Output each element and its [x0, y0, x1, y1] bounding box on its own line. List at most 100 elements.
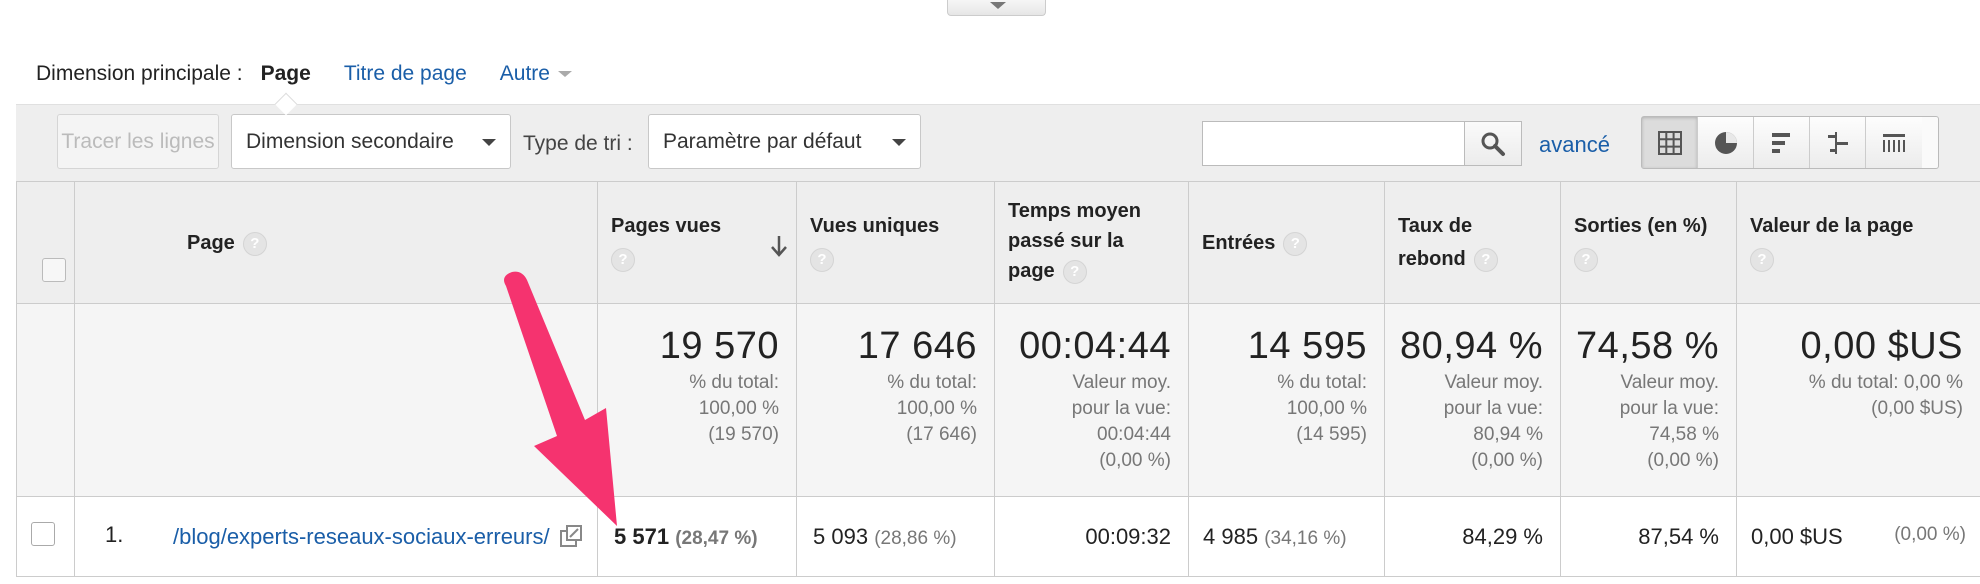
help-icon[interactable]: ? [242, 231, 267, 256]
header-page[interactable]: Page? [74, 181, 598, 304]
total-pageviews: 19 570 % du total: 100,00 % (19 570) [597, 303, 797, 497]
chevron-down-icon [990, 2, 1006, 9]
total-value: 17 646 [857, 325, 977, 367]
row-page-value: 0,00 $US (0,00 %) [1736, 496, 1980, 577]
row-checkbox[interactable] [31, 521, 55, 546]
total-value: 00:04:44 [1019, 325, 1171, 367]
view-table-button[interactable] [1642, 117, 1698, 168]
row-page-value-pct: (0,00 %) [1894, 523, 1966, 545]
chevron-down-icon [482, 139, 496, 146]
bar-chart-horizontal-icon [1771, 132, 1790, 153]
dimension-other-link[interactable]: Autre [500, 62, 572, 86]
sort-down-arrow-icon [771, 236, 787, 257]
total-value: 19 570 [659, 325, 779, 367]
advanced-filter-link[interactable]: avancé [1539, 132, 1610, 158]
row-entries-pct: (34,16 %) [1264, 527, 1347, 549]
total-entries: 14 595 % du total: 100,00 % (14 595) [1188, 303, 1385, 497]
header-bounce-label-1: Taux de [1398, 215, 1473, 237]
sort-type-label: Type de tri : [523, 132, 633, 155]
dimension-page-title-link[interactable]: Titre de page [344, 62, 467, 86]
total-value: 0,00 $US [1800, 325, 1963, 367]
row-number: 1. [105, 522, 124, 547]
header-exit-rate[interactable]: Sorties (en %)? [1560, 181, 1737, 304]
view-performance-button[interactable] [1754, 117, 1810, 168]
row-unique-views: 5 093 (28,86 %) [796, 496, 995, 577]
table-search-input[interactable] [1202, 121, 1465, 166]
row-entries-value: 4 985 [1203, 523, 1259, 549]
row-exit-rate: 87,54 % [1560, 496, 1737, 577]
primary-dimension-bar: Dimension principale : Page Titre de pag… [16, 44, 1980, 104]
collapse-chart-tab[interactable] [947, 0, 1046, 16]
table-row: 1. /blog/experts-reseaux-sociaux-erreurs… [16, 496, 1980, 577]
open-in-new-icon[interactable] [559, 524, 583, 548]
plot-rows-button[interactable]: Tracer les lignes [57, 114, 219, 169]
total-note: Valeur moy. pour la vue: 74,58 % (0,00 %) [1619, 372, 1719, 471]
table-grid-icon [1657, 130, 1682, 155]
header-unique-views-label: Vues uniques [810, 215, 940, 237]
total-unique-views: 17 646 % du total: 100,00 % (17 646) [796, 303, 995, 497]
totals-empty-cell [16, 303, 75, 497]
row-page-value-value: 0,00 $US [1751, 523, 1843, 549]
header-bounce-rate[interactable]: Taux de rebond? [1384, 181, 1561, 304]
view-pivot-button[interactable] [1866, 117, 1922, 168]
total-bounce-rate: 80,94 % Valeur moy. pour la vue: 80,94 % (0… [1384, 303, 1561, 497]
table-header-row: Page? Pages vues ? Vues uniques? Temps m… [16, 181, 1980, 304]
total-value: 80,94 % [1400, 325, 1543, 367]
help-icon[interactable]: ? [611, 247, 635, 272]
help-icon[interactable]: ? [1750, 247, 1774, 272]
total-note: % du total: 100,00 % (17 646) [887, 372, 977, 445]
row-entries: 4 985 (34,16 %) [1188, 496, 1385, 577]
header-avg-time-label-2: page [1008, 260, 1055, 282]
row-avg-time: 00:09:32 [994, 496, 1189, 577]
header-entries[interactable]: Entrées? [1188, 181, 1385, 304]
header-entries-label: Entrées [1202, 232, 1276, 254]
row-pageviews-value: 5 571 [614, 523, 670, 549]
header-avg-time[interactable]: Temps moyen passé sur la page? [994, 181, 1189, 304]
total-note: % du total: 0,00 % (0,00 $US) [1808, 372, 1963, 419]
dimension-other-label: Autre [499, 62, 550, 85]
header-pageviews-label: Pages vues [611, 215, 722, 237]
help-icon[interactable]: ? [1574, 247, 1598, 272]
header-page-value[interactable]: Valeur de la page? [1736, 181, 1980, 304]
header-unique-views[interactable]: Vues uniques? [796, 181, 995, 304]
help-icon[interactable]: ? [1473, 247, 1498, 272]
primary-dimension-label: Dimension principale : [36, 62, 243, 85]
secondary-dimension-label: Dimension secondaire [246, 129, 454, 153]
total-note: % du total: 100,00 % (14 595) [1277, 372, 1367, 445]
total-note: Valeur moy. pour la vue: 00:04:44 (0,00 %) [1071, 372, 1171, 471]
pie-chart-icon [1714, 131, 1737, 154]
sort-type-select[interactable]: Paramètre par défaut [648, 114, 921, 169]
row-bounce-rate: 84,29 % [1384, 496, 1561, 577]
totals-empty-cell [74, 303, 598, 497]
search-button[interactable] [1465, 121, 1522, 166]
table-toolbar: Tracer les lignes Dimension secondaire T… [16, 104, 1980, 181]
total-value: 74,58 % [1576, 325, 1719, 367]
total-note: Valeur moy. pour la vue: 80,94 % (0,00 %) [1443, 372, 1543, 471]
row-select-cell [16, 496, 75, 577]
header-exit-label: Sorties (en %) [1574, 215, 1708, 237]
total-page-value: 0,00 $US % du total: 0,00 % (0,00 $US) [1736, 303, 1980, 497]
header-page-label: Page [187, 232, 235, 254]
comparison-icon [1827, 131, 1848, 154]
view-comparison-button[interactable] [1810, 117, 1866, 168]
help-icon[interactable]: ? [1283, 231, 1308, 256]
table-view-switcher [1641, 116, 1939, 169]
header-pageviews[interactable]: Pages vues ? [597, 181, 797, 304]
header-avg-time-label-1: Temps moyen passé sur la [1008, 200, 1141, 252]
secondary-dimension-select[interactable]: Dimension secondaire [231, 114, 511, 169]
total-exit-rate: 74,58 % Valeur moy. pour la vue: 74,58 % (0… [1560, 303, 1737, 497]
select-all-checkbox[interactable] [42, 258, 66, 282]
analytics-data-table: Page? Pages vues ? Vues uniques? Temps m… [16, 181, 1980, 577]
sort-type-value: Paramètre par défaut [663, 129, 862, 153]
totals-row: 19 570 % du total: 100,00 % (19 570) 17 64… [16, 303, 1980, 497]
select-all-cell [16, 181, 75, 304]
search-icon [1481, 132, 1505, 156]
total-note: % du total: 100,00 % (19 570) [689, 372, 779, 445]
header-page-value-label: Valeur de la page [1750, 215, 1914, 237]
header-bounce-label-2: rebond [1398, 248, 1466, 270]
row-page-link[interactable]: /blog/experts-reseaux-sociaux-erreurs/ [173, 524, 550, 549]
dimension-page-active[interactable]: Page [261, 62, 311, 86]
view-pie-button[interactable] [1698, 117, 1754, 168]
help-icon[interactable]: ? [1062, 259, 1087, 284]
help-icon[interactable]: ? [810, 247, 834, 272]
